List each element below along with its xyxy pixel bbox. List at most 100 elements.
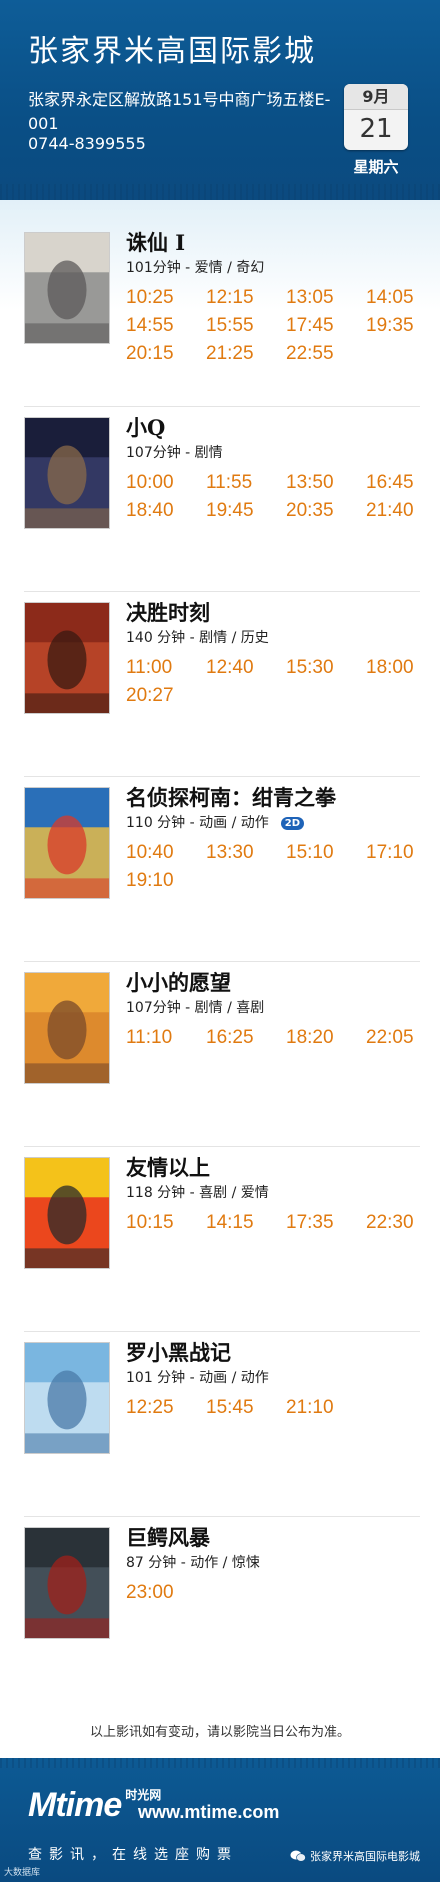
showtime[interactable]: 14:55 xyxy=(126,312,206,340)
film-title[interactable]: 巨鳄风暴 xyxy=(126,1523,420,1553)
poster-image xyxy=(25,1528,109,1638)
showtime[interactable]: 22:30 xyxy=(366,1209,440,1237)
film-meta: 107分钟 - 剧情 xyxy=(126,445,223,461)
showtime-grid: 11:00 12:40 15:30 18:00 20:27 xyxy=(126,654,420,710)
site-url-link[interactable]: www.mtime.com xyxy=(138,1802,279,1823)
showtime[interactable]: 21:10 xyxy=(286,1394,366,1422)
film-poster[interactable] xyxy=(24,787,110,899)
film-item[interactable]: 小小的愿望 107分钟 - 剧情 / 喜剧 11:10 16:25 18:20 22:05 xyxy=(24,962,420,1147)
film-title[interactable]: 诛仙 I xyxy=(126,228,420,258)
showtime-grid: 10:40 13:30 15:10 17:10 19:10 xyxy=(126,839,420,895)
showtime[interactable]: 18:00 xyxy=(366,654,440,682)
showtime[interactable]: 22:55 xyxy=(286,340,366,368)
showtime[interactable]: 14:05 xyxy=(366,284,440,312)
showtime[interactable]: 15:55 xyxy=(206,312,286,340)
film-poster[interactable] xyxy=(24,1527,110,1639)
film-title[interactable]: 决胜时刻 xyxy=(126,598,420,628)
page-header: 张家界米高国际影城 张家界永定区解放路151号中商广场五楼E-001 0744-… xyxy=(0,0,440,200)
film-poster[interactable] xyxy=(24,232,110,344)
showtime[interactable]: 16:45 xyxy=(366,469,440,497)
film-poster[interactable] xyxy=(24,602,110,714)
film-poster[interactable] xyxy=(24,972,110,1084)
showtime[interactable]: 22:05 xyxy=(366,1024,440,1052)
showtime[interactable]: 15:10 xyxy=(286,839,366,867)
showtime[interactable]: 11:55 xyxy=(206,469,286,497)
poster-image xyxy=(25,233,109,343)
film-meta: 118 分钟 - 喜剧 / 爱情 xyxy=(126,1185,269,1201)
showtime[interactable]: 13:50 xyxy=(286,469,366,497)
poster-image xyxy=(25,603,109,713)
film-item[interactable]: 小Q 107分钟 - 剧情 10:00 11:55 13:50 16:45 18:40 19:… xyxy=(24,407,420,592)
showtime[interactable]: 20:35 xyxy=(286,497,366,525)
date-month: 9月 xyxy=(344,84,408,110)
film-info: 罗小黑战记 101 分钟 - 动画 / 动作 12:25 15:45 21:10 xyxy=(126,1338,420,1422)
showtime[interactable]: 15:45 xyxy=(206,1394,286,1422)
showtime[interactable]: 20:27 xyxy=(126,682,206,710)
showtime[interactable]: 21:40 xyxy=(366,497,440,525)
footer-slogan: 查影讯，在线选座购票 xyxy=(28,1847,238,1863)
page-footer: Mtime 时光网 www.mtime.com 查影讯，在线选座购票 张家界米高… xyxy=(0,1758,440,1882)
showtime[interactable]: 14:15 xyxy=(206,1209,286,1237)
showtime[interactable]: 12:15 xyxy=(206,284,286,312)
showtime[interactable]: 12:40 xyxy=(206,654,286,682)
showtime-grid: 12:25 15:45 21:10 xyxy=(126,1394,420,1422)
showtime[interactable]: 10:15 xyxy=(126,1209,206,1237)
showtime[interactable]: 17:45 xyxy=(286,312,366,340)
showtime-grid: 23:00 xyxy=(126,1579,420,1607)
film-meta: 110 分钟 - 动画 / 动作 xyxy=(126,815,269,831)
film-meta-row: 87 分钟 - 动作 / 惊悚 xyxy=(126,1553,420,1573)
showtime-grid: 10:15 14:15 17:35 22:30 xyxy=(126,1209,420,1237)
showtime[interactable]: 10:00 xyxy=(126,469,206,497)
film-info: 决胜时刻 140 分钟 - 剧情 / 历史 11:00 12:40 15:30 18:00… xyxy=(126,598,420,710)
film-info: 小Q 107分钟 - 剧情 10:00 11:55 13:50 16:45 18:40 19:… xyxy=(126,413,420,525)
showtime[interactable]: 18:20 xyxy=(286,1024,366,1052)
film-info: 名侦探柯南：绀青之拳 110 分钟 - 动画 / 动作 2D 10:40 13:30 15… xyxy=(126,783,420,895)
logo-wordmark: Mtime xyxy=(28,1786,122,1824)
film-meta: 87 分钟 - 动作 / 惊悚 xyxy=(126,1555,260,1571)
film-meta-row: 140 分钟 - 剧情 / 历史 xyxy=(126,628,420,648)
film-info: 友情以上 118 分钟 - 喜剧 / 爱情 10:15 14:15 17:35 22:30 xyxy=(126,1153,420,1237)
wechat-account-name: 张家界米高国际电影城 xyxy=(310,1850,420,1863)
film-item[interactable]: 罗小黑战记 101 分钟 - 动画 / 动作 12:25 15:45 21:10 xyxy=(24,1332,420,1517)
film-title[interactable]: 名侦探柯南：绀青之拳 xyxy=(126,783,420,813)
showtime[interactable]: 17:10 xyxy=(366,839,440,867)
cinema-name: 张家界米高国际影城 xyxy=(28,34,316,69)
poster-image xyxy=(25,1158,109,1268)
showtime[interactable]: 11:00 xyxy=(126,654,206,682)
film-item[interactable]: 名侦探柯南：绀青之拳 110 分钟 - 动画 / 动作 2D 10:40 13:30 15… xyxy=(24,777,420,962)
film-title[interactable]: 小Q xyxy=(126,413,420,443)
cinema-address: 张家界永定区解放路151号中商广场五楼E-001 xyxy=(28,90,331,133)
film-title[interactable]: 罗小黑战记 xyxy=(126,1338,420,1368)
showtime[interactable]: 11:10 xyxy=(126,1024,206,1052)
showtime[interactable]: 23:00 xyxy=(126,1579,206,1607)
showtime[interactable]: 10:40 xyxy=(126,839,206,867)
showtime[interactable]: 17:35 xyxy=(286,1209,366,1237)
film-poster[interactable] xyxy=(24,1157,110,1269)
showtime[interactable]: 12:25 xyxy=(126,1394,206,1422)
film-item[interactable]: 诛仙 I 101分钟 - 爱情 / 奇幻 10:25 12:15 13:05 14:05 1… xyxy=(24,222,420,407)
film-item[interactable]: 巨鳄风暴 87 分钟 - 动作 / 惊悚 23:00 xyxy=(24,1517,420,1687)
film-item[interactable]: 友情以上 118 分钟 - 喜剧 / 爱情 10:15 14:15 17:35 22:30 xyxy=(24,1147,420,1332)
showtime[interactable]: 16:25 xyxy=(206,1024,286,1052)
film-poster[interactable] xyxy=(24,1342,110,1454)
showtime[interactable]: 20:15 xyxy=(126,340,206,368)
showtime[interactable]: 15:30 xyxy=(286,654,366,682)
date-day: 21 xyxy=(359,114,393,144)
showtime[interactable]: 19:10 xyxy=(126,867,206,895)
schedule-notice: 以上影讯如有变动，请以影院当日公布为准。 xyxy=(89,1725,350,1740)
showtime[interactable]: 13:30 xyxy=(206,839,286,867)
poster-image xyxy=(25,973,109,1083)
showtime[interactable]: 21:25 xyxy=(206,340,286,368)
showtime[interactable]: 19:45 xyxy=(206,497,286,525)
film-item[interactable]: 决胜时刻 140 分钟 - 剧情 / 历史 11:00 12:40 15:30 18:00… xyxy=(24,592,420,777)
film-meta: 101分钟 - 爱情 / 奇幻 xyxy=(126,260,265,276)
showtime[interactable]: 10:25 xyxy=(126,284,206,312)
showtime[interactable]: 13:05 xyxy=(286,284,366,312)
showtime-grid: 10:00 11:55 13:50 16:45 18:40 19:45 20:35 21:40 xyxy=(126,469,420,525)
film-title[interactable]: 小小的愿望 xyxy=(126,968,420,998)
showtime[interactable]: 19:35 xyxy=(366,312,440,340)
film-poster[interactable] xyxy=(24,417,110,529)
film-title[interactable]: 友情以上 xyxy=(126,1153,420,1183)
showtime[interactable]: 18:40 xyxy=(126,497,206,525)
cinema-phone[interactable]: 0744-8399555 xyxy=(28,134,146,153)
